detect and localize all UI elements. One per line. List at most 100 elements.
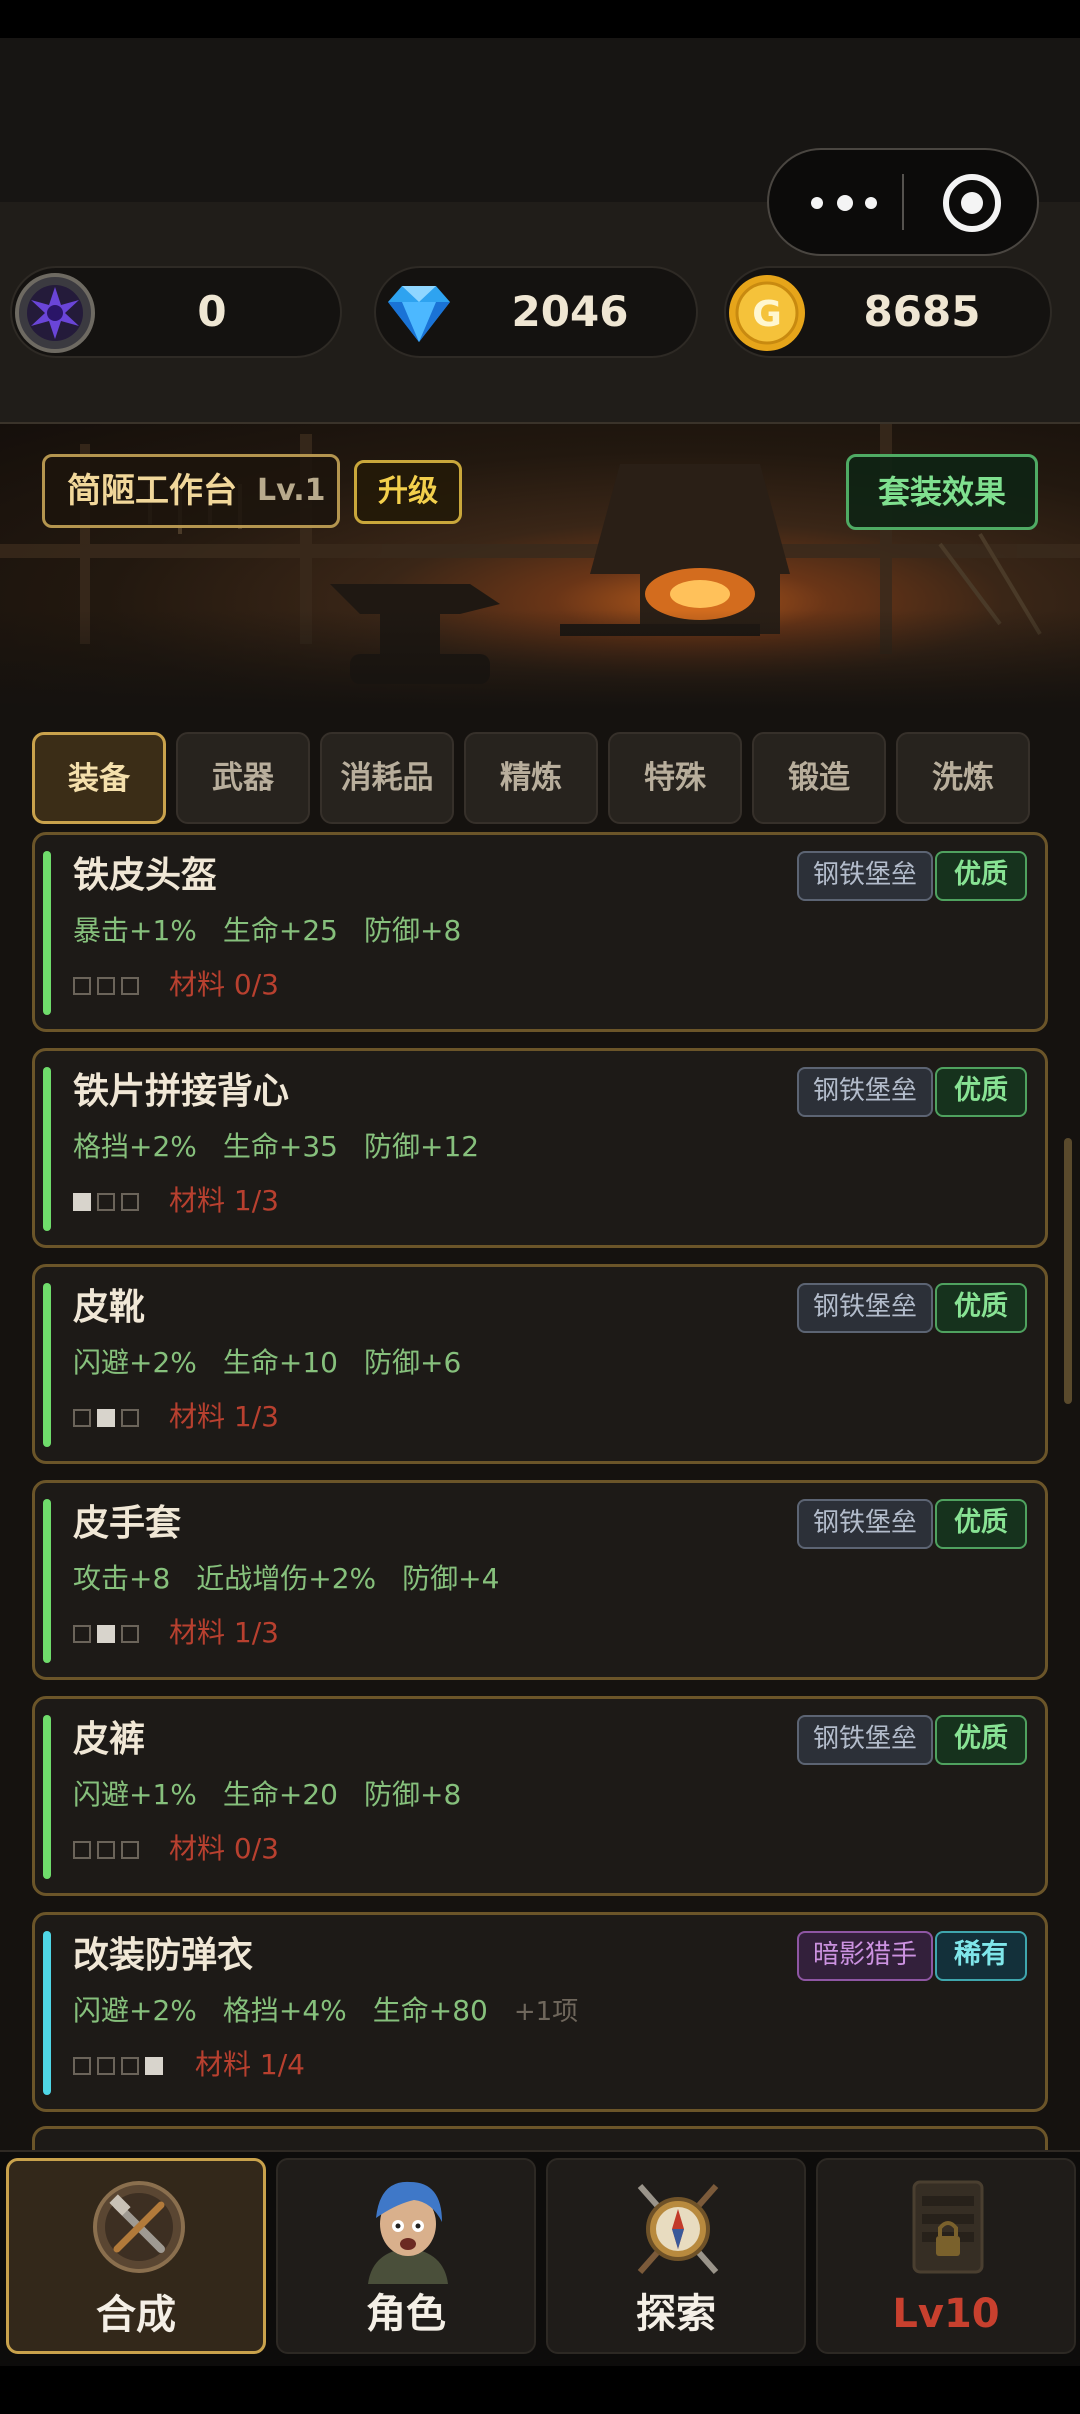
item-name: 铁片拼接背心 [73,1071,290,1112]
material-slot [73,1624,91,1643]
item-stats: 闪避+1% 生命+20 防御+8 [73,1777,487,1813]
recipe-card[interactable]: 皮手套 钢铁堡垒 优质 攻击+8 近战增伤+2% 防御+4 材料 1/3 [32,1480,1048,1680]
stat: 生命+25 [222,914,338,947]
tab-refine[interactable]: 精炼 [464,732,598,824]
item-stats: 格挡+2% 生命+35 防御+12 [73,1129,505,1165]
quality-bar [43,1931,51,2095]
nav-character[interactable]: 角色 [276,2158,536,2354]
recipe-card[interactable]: 铁皮头盔 钢铁堡垒 优质 暴击+1% 生命+25 防御+8 材料 0/3 [32,832,1048,1032]
gold-count: 8685 [863,287,981,336]
stat: 防御+4 [402,1562,500,1595]
stat: 生命+80 [372,1994,488,2027]
material-slot [121,1192,139,1211]
stat: 防御+8 [363,1778,462,1811]
material-slot [121,976,139,995]
home-indicator-area [0,2366,1080,2414]
recipe-card[interactable]: 皮裤 钢铁堡垒 优质 闪避+1% 生命+20 防御+8 材料 0/3 [32,1696,1048,1896]
workbench-name: 简陋工作台 [67,471,237,511]
stat: 生命+10 [222,1346,338,1379]
material-slots [73,975,145,999]
quality-tag: 优质 [935,1283,1027,1333]
material-count: 材料 1/4 [195,2048,305,2081]
nav-explore[interactable]: 探索 [546,2158,806,2354]
stat: 防御+8 [363,914,462,947]
crafting-icon [93,2181,185,2273]
nav-craft[interactable]: 合成 [6,2158,266,2354]
close-miniprogram-icon[interactable] [943,174,1001,232]
diamond-icon [388,286,450,342]
item-stats: 暴击+1% 生命+25 防御+8 [73,913,487,949]
recipe-card[interactable]: 皮靴 钢铁堡垒 优质 闪避+2% 生命+10 防御+6 材料 1/3 [32,1264,1048,1464]
purple-crystal-icon [15,273,95,353]
stat: 闪避+2% [73,1346,197,1379]
more-icon[interactable] [809,188,909,218]
item-name: 皮裤 [73,1719,146,1760]
currency-gold: G 8685 [724,266,1052,358]
nav-label: 合成 [96,2292,176,2338]
tab-consumables[interactable]: 消耗品 [320,732,454,824]
item-name: 皮手套 [73,1503,182,1544]
tab-reroll[interactable]: 洗炼 [896,732,1030,824]
nav-label: Lv10 [892,2291,1000,2337]
material-slot [121,1840,139,1859]
material-slot [73,1192,91,1211]
quality-bar [43,1715,51,1879]
gold-coin-icon: G [729,275,805,351]
item-stats: 闪避+2% 格挡+4% 生命+80 +1项 [73,1993,604,2030]
material-slot [97,1624,115,1643]
material-slots [73,1407,145,1431]
material-count: 材料 1/3 [169,1616,279,1649]
stat: 闪避+2% [73,1994,197,2027]
material-slots [73,1191,145,1215]
material-slots [73,1839,145,1863]
stat: 格挡+4% [222,1994,347,2027]
quality-tag: 优质 [935,1499,1027,1549]
recipe-card[interactable]: 铁片拼接背心 钢铁堡垒 优质 格挡+2% 生命+35 防御+12 材料 1/3 [32,1048,1048,1248]
compass-icon [637,2184,719,2274]
stat: 近战增伤+2% [196,1562,377,1595]
item-name: 皮靴 [73,1287,146,1328]
item-name: 改装防弹衣 [73,1935,254,1976]
upgrade-button[interactable]: 升级 [354,460,462,524]
tab-weapons[interactable]: 武器 [176,732,310,824]
material-count: 材料 1/3 [169,1184,279,1217]
material-slot [97,1840,115,1859]
stat: 闪避+1% [73,1778,197,1811]
set-effect-button[interactable]: 套装效果 [846,454,1038,530]
stat: 生命+35 [222,1130,338,1163]
workbench-title: 简陋工作台 Lv.1 [42,454,340,528]
currency-diamond: 2046 [374,266,698,358]
status-bar [0,0,1080,38]
material-slots [73,2055,169,2079]
quality-bar [43,851,51,1015]
item-name: 铁皮头盔 [73,855,218,896]
crystal-count: 0 [197,287,227,336]
set-tag: 钢铁堡垒 [797,1499,934,1549]
tab-forge[interactable]: 锻造 [752,732,886,824]
material-slot [121,1624,139,1643]
tab-equipment[interactable]: 装备 [32,732,166,824]
quality-tag: 优质 [935,1067,1027,1117]
recipe-card[interactable]: 改装防弹衣 暗影猎手 稀有 闪避+2% 格挡+4% 生命+80 +1项 材料 1/4 [32,1912,1048,2112]
quality-bar [43,1067,51,1231]
material-slot [73,1408,91,1427]
nav-locked-shop[interactable]: Lv10 [816,2158,1076,2354]
material-count: 材料 0/3 [169,968,279,1001]
material-slot [145,2056,163,2075]
material-slot [97,1192,115,1211]
stat: 攻击+8 [73,1562,171,1595]
capsule-divider [902,174,904,230]
material-slot [73,976,91,995]
quality-tag: 稀有 [935,1931,1027,1981]
nav-label: 探索 [636,2291,716,2337]
scrollbar[interactable] [1064,1138,1072,1404]
material-count: 材料 1/3 [169,1400,279,1433]
quality-tag: 优质 [935,1715,1027,1765]
tab-special[interactable]: 特殊 [608,732,742,824]
item-stats: 闪避+2% 生命+10 防御+6 [73,1345,487,1381]
nav-label: 角色 [366,2291,446,2337]
quality-tag: 优质 [935,851,1027,901]
material-count: 材料 0/3 [169,1832,279,1865]
material-slot [121,1408,139,1427]
locked-shop-icon [912,2180,984,2274]
